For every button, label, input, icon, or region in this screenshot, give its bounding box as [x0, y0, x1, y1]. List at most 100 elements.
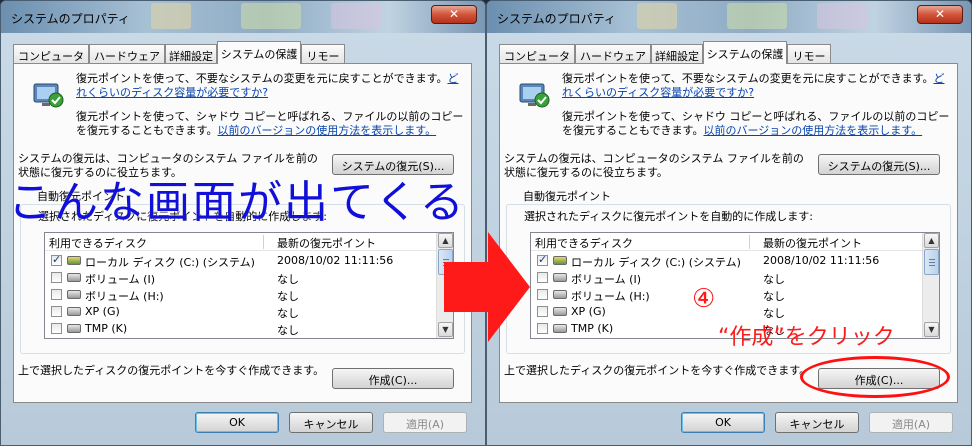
title-bar: システムのプロパティ ✕ [487, 1, 971, 33]
close-button[interactable]: ✕ [917, 5, 963, 24]
list-item[interactable]: ボリューム (I) なし [45, 269, 437, 286]
titlebar-decoration [241, 3, 301, 29]
apply-button[interactable]: 適用(A) [383, 412, 467, 433]
title-bar: システムのプロパティ ✕ [1, 1, 485, 33]
grip-line [929, 265, 935, 266]
intro-paragraph-1: 復元ポイントを使って、不要なシステムの変更を元に戻すことができます。どれくらいの… [562, 72, 952, 100]
intro-text-1: 復元ポイントを使って、不要なシステムの変更を元に戻すことができます。 [76, 72, 448, 85]
disk-name: ボリューム (I) [85, 273, 155, 286]
disk-list[interactable]: 利用できるディスク 最新の復元ポイント ローカル ディスク (C:) (システム… [44, 232, 454, 339]
restore-description: システムの復元は、コンピュータのシステム ファイルを前の状態に復元するのに役立ち… [504, 152, 804, 179]
titlebar-decoration [637, 3, 677, 29]
disk-latest-point: なし [277, 290, 299, 303]
system-drive-icon [67, 256, 81, 265]
grip-line [929, 259, 935, 260]
disk-name: ローカル ディスク (C:) (システム) [571, 256, 741, 269]
close-icon: ✕ [934, 7, 946, 21]
column-header-latest[interactable]: 最新の復元ポイント [277, 235, 376, 251]
ok-button[interactable]: OK [681, 412, 765, 433]
system-protection-panel: 復元ポイントを使って、不要なシステムの変更を元に戻すことができます。どれくらいの… [13, 63, 472, 403]
tab-system-protection[interactable]: システムの保護 [703, 41, 787, 64]
disk-checkbox[interactable] [537, 323, 548, 334]
disk-checkbox[interactable] [537, 272, 548, 283]
titlebar-decoration [817, 3, 867, 29]
intro-text-1: 復元ポイントを使って、不要なシステムの変更を元に戻すことができます。 [562, 72, 934, 85]
disk-list-header: 利用できるディスク 最新の復元ポイント [45, 233, 437, 251]
tab-advanced[interactable]: 詳細設定 [651, 44, 703, 64]
intro-paragraph-1: 復元ポイントを使って、不要なシステムの変更を元に戻すことができます。どれくらいの… [76, 72, 466, 100]
auto-restore-description: 選択されたディスクに復元ポイントを自動的に作成します: [524, 210, 813, 223]
disk-name: XP (G) [85, 305, 120, 318]
apply-button[interactable]: 適用(A) [869, 412, 953, 433]
drive-icon [553, 290, 567, 299]
intro-paragraph-2: 復元ポイントを使って、シャドウ コピーと呼ばれる、ファイルの以前のコピーを復元す… [562, 110, 952, 138]
tab-system-protection[interactable]: システムの保護 [217, 41, 301, 64]
window-title: システムのプロパティ [497, 12, 616, 26]
grip-line [929, 262, 935, 263]
disk-latest-point: なし [277, 324, 299, 337]
disk-checkbox[interactable] [537, 306, 548, 317]
disk-latest-point: 2008/10/02 11:11:56 [763, 254, 880, 267]
disk-name: ボリューム (H:) [571, 290, 650, 303]
scroll-up-icon[interactable]: ▲ [924, 233, 939, 248]
list-item[interactable]: ローカル ディスク (C:) (システム) 2008/10/02 11:11:5… [531, 252, 923, 269]
system-restore-button[interactable]: システムの復元(S)... [818, 154, 940, 175]
list-item[interactable]: ボリューム (I) なし [531, 269, 923, 286]
column-separator [263, 235, 264, 249]
list-item[interactable]: ローカル ディスク (C:) (システム) 2008/10/02 11:11:5… [45, 252, 437, 269]
tab-remote[interactable]: リモート [301, 44, 345, 79]
scroll-thumb[interactable] [924, 249, 939, 275]
create-description: 上で選択したディスクの復元ポイントを今すぐ作成できます。 [504, 364, 811, 377]
column-separator [749, 235, 750, 249]
drive-icon [67, 290, 81, 299]
disk-checkbox[interactable] [537, 253, 548, 266]
window-title: システムのプロパティ [11, 12, 130, 26]
tab-hardware[interactable]: ハードウェア [89, 44, 165, 64]
titlebar-decoration [727, 3, 787, 29]
disk-name: XP (G) [571, 305, 606, 318]
column-header-latest[interactable]: 最新の復元ポイント [763, 235, 862, 251]
disk-name: ボリューム (H:) [85, 290, 164, 303]
intro-paragraph-2: 復元ポイントを使って、シャドウ コピーと呼ばれる、ファイルの以前のコピーを復元す… [76, 110, 466, 138]
list-item[interactable]: XP (G) なし [531, 303, 923, 320]
auto-restore-group-label: 自動復元ポイント [520, 190, 614, 204]
cancel-button[interactable]: キャンセル [775, 412, 859, 433]
tab-advanced[interactable]: 詳細設定 [165, 44, 217, 64]
list-item[interactable]: ボリューム (H:) なし [531, 286, 923, 303]
list-item[interactable]: TMP (K) なし [45, 320, 437, 337]
step-instruction: “作成”をクリック [718, 325, 895, 350]
disk-checkbox[interactable] [51, 272, 62, 283]
tab-computer-name[interactable]: コンピュータ名 [499, 44, 575, 79]
disk-list-header: 利用できるディスク 最新の復元ポイント [531, 233, 923, 251]
tab-hardware[interactable]: ハードウェア [575, 44, 651, 64]
ok-button[interactable]: OK [195, 412, 279, 433]
list-item[interactable]: ボリューム (H:) なし [45, 286, 437, 303]
disk-latest-point: 2008/10/02 11:11:56 [277, 254, 394, 267]
disk-checkbox[interactable] [51, 289, 62, 300]
disk-latest-point: なし [277, 273, 299, 286]
disk-latest-point: なし [763, 273, 785, 286]
disk-name: ローカル ディスク (C:) (システム) [85, 256, 255, 269]
overlay-caption: こんな画面が出てくる [8, 177, 466, 228]
system-drive-icon [553, 256, 567, 265]
scroll-down-icon[interactable]: ▼ [924, 322, 939, 337]
previous-versions-help-link[interactable]: 以前のバージョンの使用方法を表示します。 [703, 124, 922, 137]
column-header-disk[interactable]: 利用できるディスク [535, 235, 633, 251]
list-item[interactable]: XP (G) なし [45, 303, 437, 320]
tab-computer-name[interactable]: コンピュータ名 [13, 44, 89, 79]
previous-versions-help-link[interactable]: 以前のバージョンの使用方法を表示します。 [217, 124, 436, 137]
disk-name: TMP (K) [571, 322, 614, 335]
titlebar-decoration [331, 3, 381, 29]
vertical-scrollbar[interactable]: ▲ ▼ [922, 233, 939, 338]
disk-checkbox[interactable] [537, 289, 548, 300]
disk-checkbox[interactable] [51, 253, 62, 266]
disk-checkbox[interactable] [51, 306, 62, 317]
disk-checkbox[interactable] [51, 323, 62, 334]
right-arrow-icon [444, 232, 530, 342]
close-icon: ✕ [448, 7, 460, 21]
column-header-disk[interactable]: 利用できるディスク [49, 235, 147, 251]
create-button[interactable]: 作成(C)... [332, 368, 454, 389]
tab-remote[interactable]: リモート [787, 44, 831, 79]
close-button[interactable]: ✕ [431, 5, 477, 24]
cancel-button[interactable]: キャンセル [289, 412, 373, 433]
